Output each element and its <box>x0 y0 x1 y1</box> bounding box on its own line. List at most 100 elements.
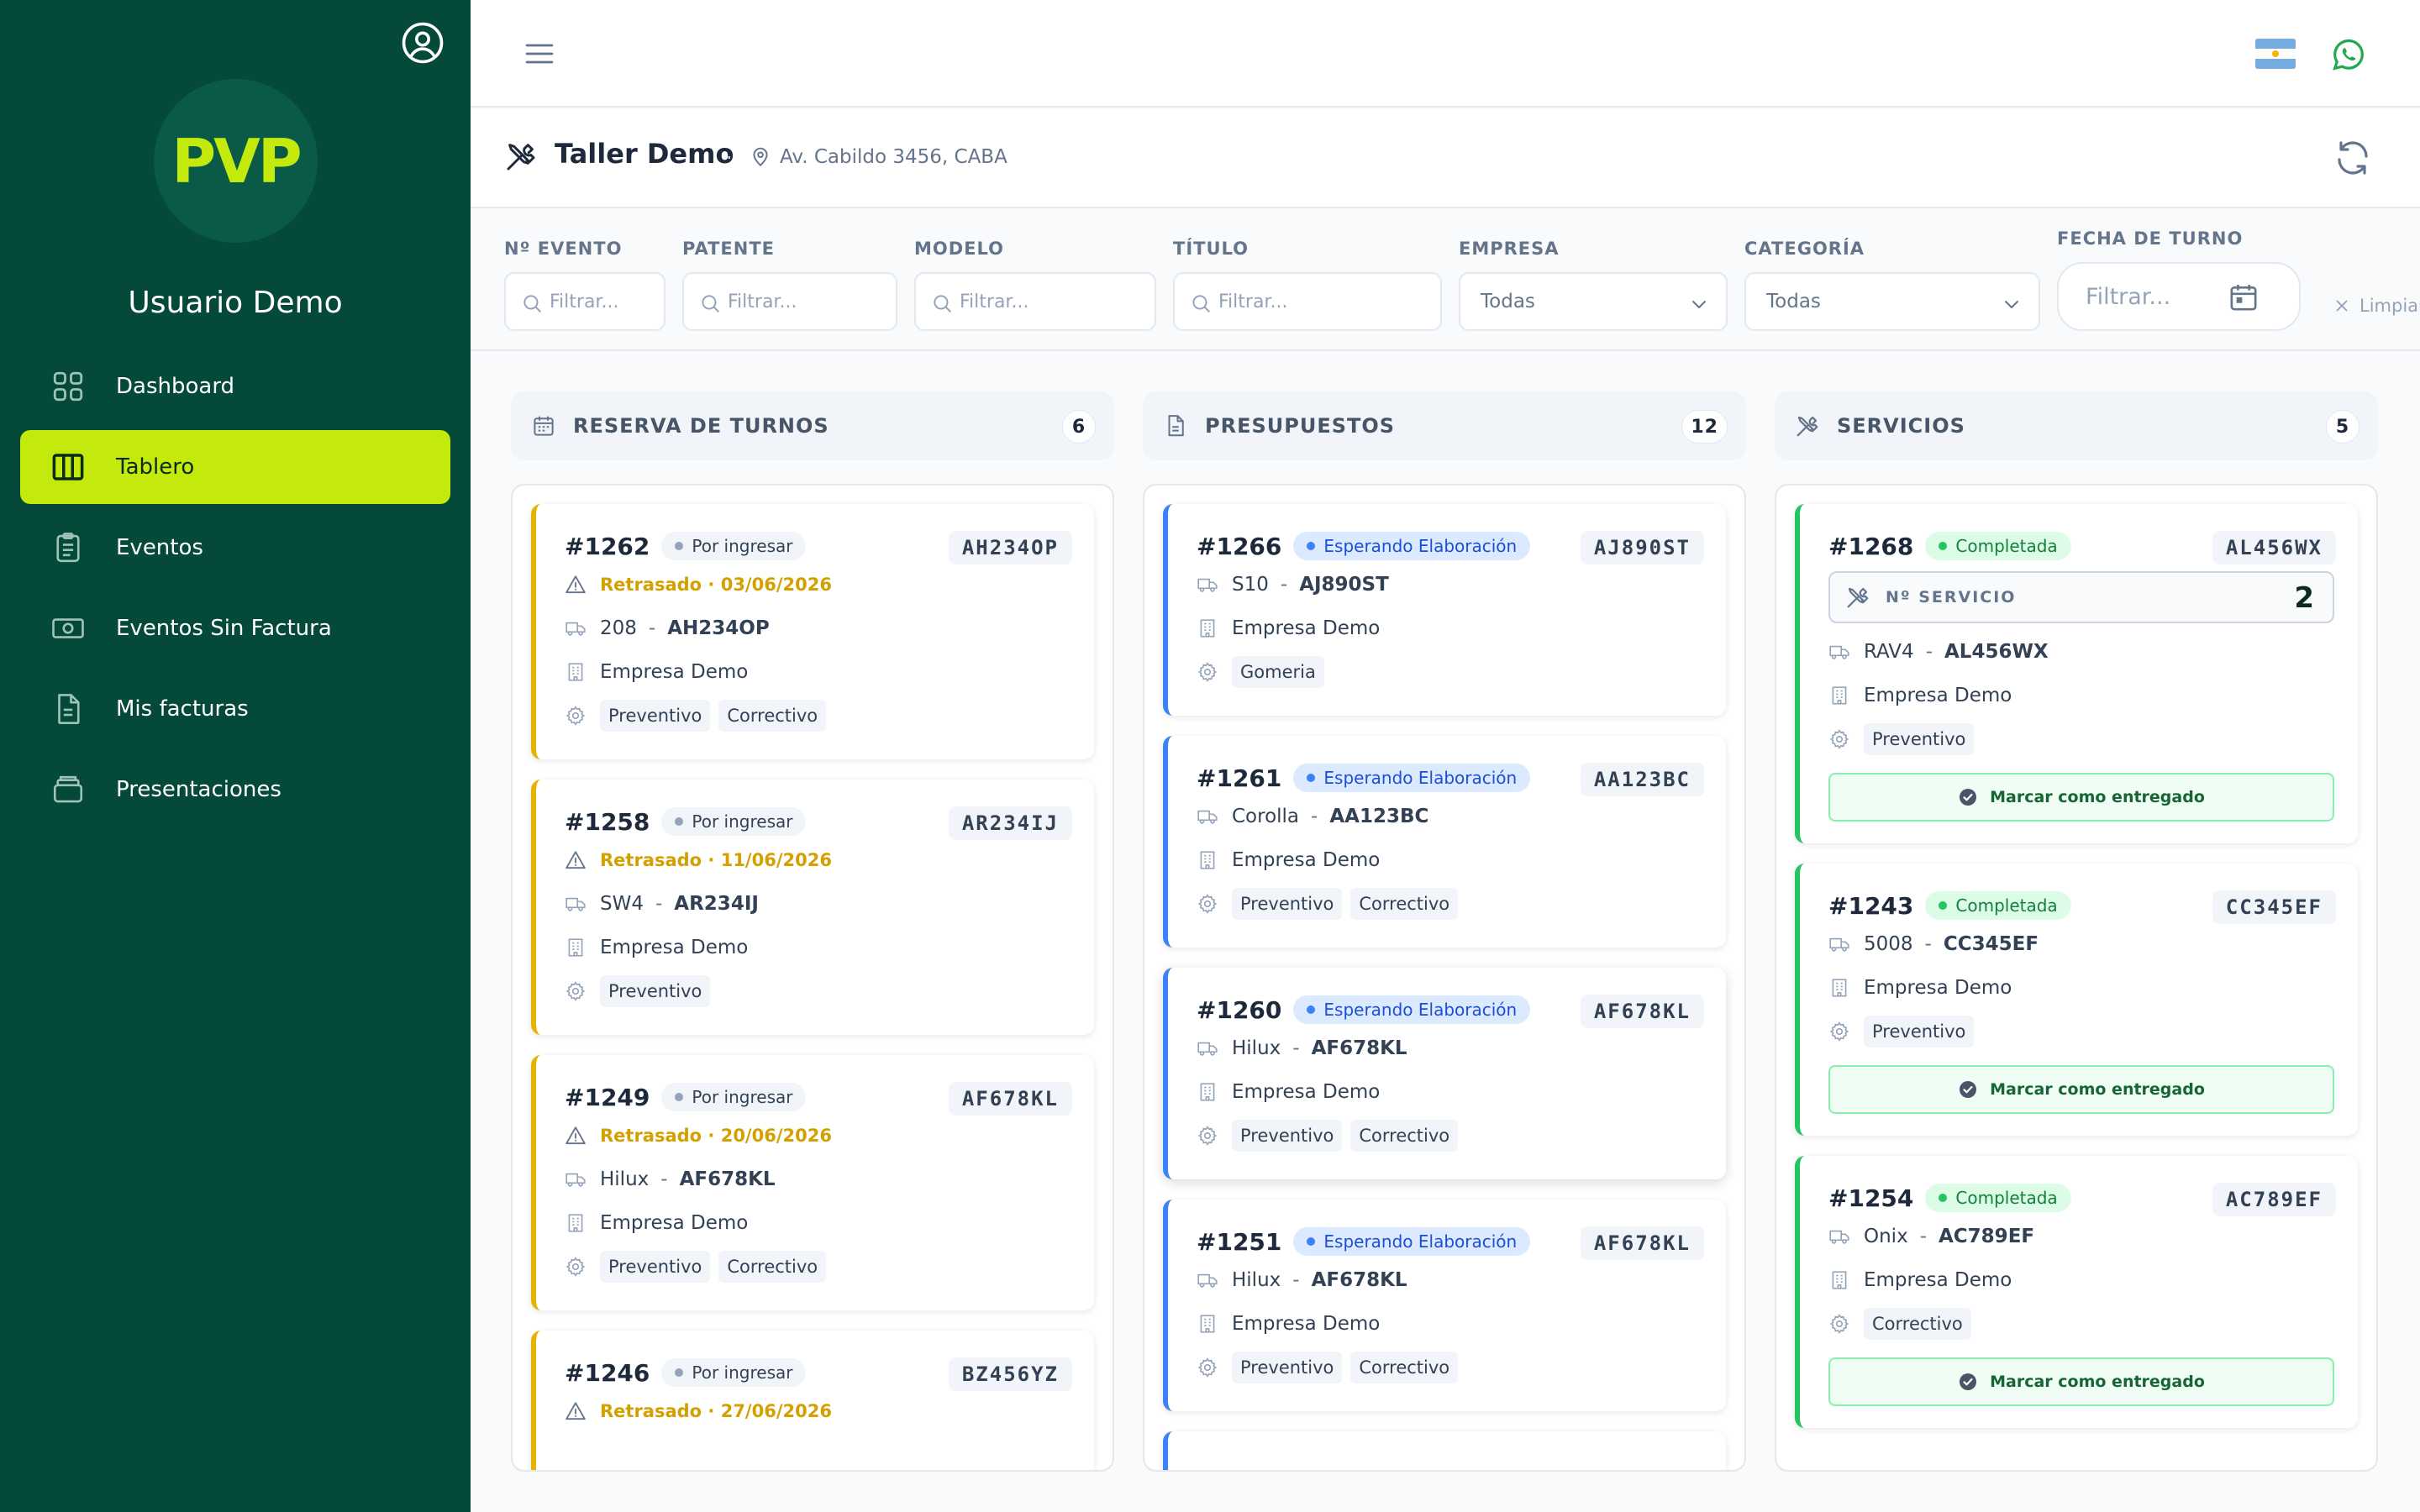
gear-icon <box>1197 1125 1218 1147</box>
warning-icon <box>565 1125 587 1147</box>
vehicle-plate: AA123BC <box>1329 806 1429 827</box>
column-count-badge: 12 <box>1681 410 1728 444</box>
status-label: Por ingresar <box>692 1362 793 1383</box>
sidebar-item-dashboard[interactable]: Dashboard <box>20 349 450 423</box>
gear-icon <box>565 1256 587 1278</box>
filter-fecha-input[interactable]: Filtrar... <box>2057 262 2301 331</box>
tags-line: Preventivo <box>1828 1010 2334 1053</box>
mark-delivered-button[interactable]: Marcar como entregado <box>1828 773 2334 822</box>
column-reservas[interactable]: #1262 Por ingresar AH234OP Retrasado · 0… <box>511 484 1114 1472</box>
building-icon <box>565 1212 587 1234</box>
column-servicios[interactable]: #1268 Completada AL456WX Nº SERVICIO 2 R… <box>1775 484 2378 1472</box>
category-tag: Preventivo <box>600 1251 711 1283</box>
category-tag: Correctivo <box>1864 1308 1971 1340</box>
topbar <box>471 0 2420 108</box>
event-card[interactable]: #1262 Por ingresar AH234OP Retrasado · 0… <box>531 504 1094 759</box>
event-id: #1254 <box>1828 1184 1914 1212</box>
filter-empresa-select[interactable]: Todas <box>1459 272 1728 331</box>
check-circle-icon <box>1958 787 1978 807</box>
sidebar-item-label: Eventos Sin Factura <box>116 616 332 641</box>
filter-patente-input[interactable]: Filtrar... <box>682 272 897 331</box>
column-header-presupuestos: PRESUPUESTOS 12 <box>1143 391 1746 460</box>
vehicle-model: Hilux <box>1232 1269 1281 1291</box>
sidebar-item-eventos-sin-factura[interactable]: Eventos Sin Factura <box>20 591 450 665</box>
status-badge: Esperando Elaboración <box>1293 764 1531 792</box>
mark-delivered-button[interactable]: Marcar como entregado <box>1828 1357 2334 1406</box>
budget-card[interactable] <box>1163 1431 1726 1470</box>
tags-line: Preventivo Correctivo <box>1197 1114 1702 1158</box>
filter-modelo-input[interactable]: Filtrar... <box>914 272 1156 331</box>
event-card[interactable]: #1258 Por ingresar AR234IJ Retrasado · 1… <box>531 780 1094 1035</box>
search-icon <box>931 292 953 314</box>
category-tag: Preventivo <box>1232 1120 1343 1152</box>
service-card[interactable]: #1254 Completada AC789EF Onix - AC789EF … <box>1795 1156 2358 1428</box>
plate-badge: AJ890ST <box>1580 531 1704 564</box>
column-title: SERVICIOS <box>1837 414 1965 438</box>
sidebar-item-presentaciones[interactable]: Presentaciones <box>20 753 450 827</box>
tools-icon <box>504 139 538 173</box>
service-number-box: Nº SERVICIO 2 <box>1828 571 2334 623</box>
chevron-down-icon <box>2002 294 2022 314</box>
vehicle-model: SW4 <box>600 893 644 915</box>
filter-placeholder: Filtrar... <box>960 291 1029 312</box>
filter-label-modelo: MODELO <box>914 239 1005 259</box>
search-icon <box>1190 292 1212 314</box>
argentina-flag-icon[interactable] <box>2255 39 2296 69</box>
grid-icon <box>50 369 86 404</box>
budget-card[interactable]: #1266 Esperando Elaboración AJ890ST S10 … <box>1163 504 1726 716</box>
event-card[interactable]: #1246 Por ingresar BZ456YZ Retrasado · 2… <box>531 1331 1094 1470</box>
budget-card[interactable]: #1251 Esperando Elaboración AF678KL Hilu… <box>1163 1200 1726 1411</box>
filter-categoria-select[interactable]: Todas <box>1744 272 2040 331</box>
event-id: #1260 <box>1197 995 1282 1024</box>
event-id: #1243 <box>1828 891 1914 920</box>
company-name: Empresa Demo <box>600 1212 749 1234</box>
filter-label-titulo: TÍTULO <box>1173 239 1249 259</box>
vehicle-plate: AR234IJ <box>674 893 759 915</box>
sidebar-item-eventos[interactable]: Eventos <box>20 511 450 585</box>
company-name: Empresa Demo <box>600 937 749 958</box>
service-card[interactable]: #1268 Completada AL456WX Nº SERVICIO 2 R… <box>1795 504 2358 843</box>
category-tag: Gomeria <box>1232 656 1324 688</box>
column-title: PRESUPUESTOS <box>1205 414 1396 438</box>
event-card[interactable]: #1249 Por ingresar AF678KL Retrasado · 2… <box>531 1055 1094 1310</box>
filter-titulo-input[interactable]: Filtrar... <box>1173 272 1442 331</box>
truck-icon <box>1197 1037 1218 1059</box>
calendar-icon[interactable] <box>2227 281 2260 314</box>
sidebar-item-label: Eventos <box>116 535 203 560</box>
service-number-value: 2 <box>2294 581 2316 615</box>
budget-card[interactable]: #1260 Esperando Elaboración AF678KL Hilu… <box>1163 968 1726 1179</box>
category-tag: Preventivo <box>1232 1352 1343 1383</box>
vehicle-separator: - <box>1924 933 1932 955</box>
service-card[interactable]: #1243 Completada CC345EF 5008 - CC345EF … <box>1795 864 2358 1136</box>
vehicle-line: Hilux - AF678KL <box>1197 1026 1702 1070</box>
sidebar-item-mis-facturas[interactable]: Mis facturas <box>20 672 450 746</box>
truck-icon <box>565 617 587 639</box>
menu-icon[interactable] <box>523 37 556 71</box>
clear-filters-button[interactable]: Limpiar <box>2333 296 2420 316</box>
plate-badge: AL456WX <box>2212 531 2336 564</box>
filter-evento-input[interactable]: Filtrar... <box>504 272 666 331</box>
tags-line: Preventivo Correctivo <box>1197 882 1702 926</box>
gear-icon <box>1197 661 1218 683</box>
user-account-icon[interactable] <box>400 20 445 66</box>
budget-card[interactable]: #1261 Esperando Elaboración AA123BC Coro… <box>1163 736 1726 948</box>
status-badge: Esperando Elaboración <box>1293 532 1531 560</box>
mark-delivered-button[interactable]: Marcar como entregado <box>1828 1065 2334 1114</box>
company-name: Empresa Demo <box>1232 849 1381 871</box>
filter-label-empresa: EMPRESA <box>1459 239 1560 259</box>
chevron-down-icon <box>1689 294 1709 314</box>
whatsapp-icon[interactable] <box>2329 35 2368 74</box>
column-presupuestos[interactable]: #1266 Esperando Elaboración AJ890ST S10 … <box>1143 484 1746 1472</box>
vehicle-separator: - <box>1925 641 1933 663</box>
company-name: Empresa Demo <box>600 661 749 683</box>
company-line: Empresa Demo <box>1197 606 1702 650</box>
mark-delivered-label: Marcar como entregado <box>1990 1373 2205 1391</box>
category-tag: Correctivo <box>1350 1120 1459 1152</box>
sidebar-item-tablero[interactable]: Tablero <box>20 430 450 504</box>
delay-text: Retrasado · 11/06/2026 <box>600 850 832 870</box>
event-id: #1266 <box>1197 532 1282 560</box>
layers-icon <box>50 772 86 807</box>
delay-warning: Retrasado · 11/06/2026 <box>565 838 1071 882</box>
refresh-icon[interactable] <box>2333 138 2373 178</box>
vehicle-model: 208 <box>600 617 637 639</box>
